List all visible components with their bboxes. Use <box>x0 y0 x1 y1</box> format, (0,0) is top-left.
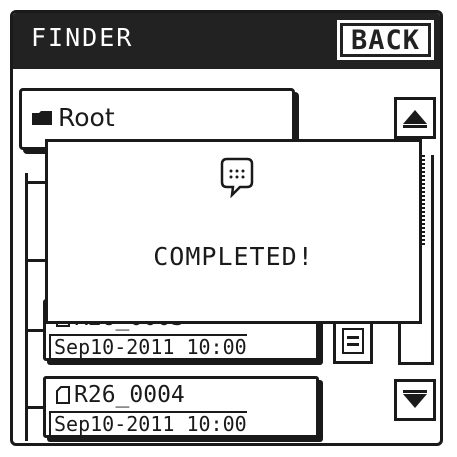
file-name: R26_0004 <box>74 382 185 408</box>
list-item[interactable]: R26_0004 Sep10-2011 10:00 <box>43 376 319 438</box>
dialog-message: COMPLETED! <box>153 242 314 271</box>
arrow-down-icon <box>403 390 427 408</box>
header-bar: FINDER BACK <box>13 13 440 69</box>
tree-connector-tick <box>25 181 45 184</box>
tree-connector-line <box>25 173 28 441</box>
file-date: Sep10-2011 10:00 <box>49 411 247 435</box>
speech-bubble-icon <box>220 157 254 198</box>
tree-connector-tick <box>25 329 45 332</box>
list-view-button[interactable] <box>333 318 373 364</box>
root-folder-label: Root <box>58 103 115 132</box>
tree-connector-tick <box>25 406 45 409</box>
back-button[interactable]: BACK <box>337 20 434 60</box>
list-icon <box>342 328 364 354</box>
page-title: FINDER <box>31 23 134 52</box>
file-date: Sep10-2011 10:00 <box>49 334 247 358</box>
folder-icon <box>32 111 52 125</box>
scroll-up-button[interactable] <box>394 97 436 139</box>
file-icon <box>56 386 70 404</box>
tree-connector-tick <box>25 259 45 262</box>
scroll-down-button[interactable] <box>394 379 436 421</box>
arrow-up-icon <box>403 110 427 128</box>
finder-screen: FINDER BACK Root R26_0003 Sep10-2011 10:… <box>10 10 443 446</box>
completed-dialog: COMPLETED! <box>45 139 422 324</box>
